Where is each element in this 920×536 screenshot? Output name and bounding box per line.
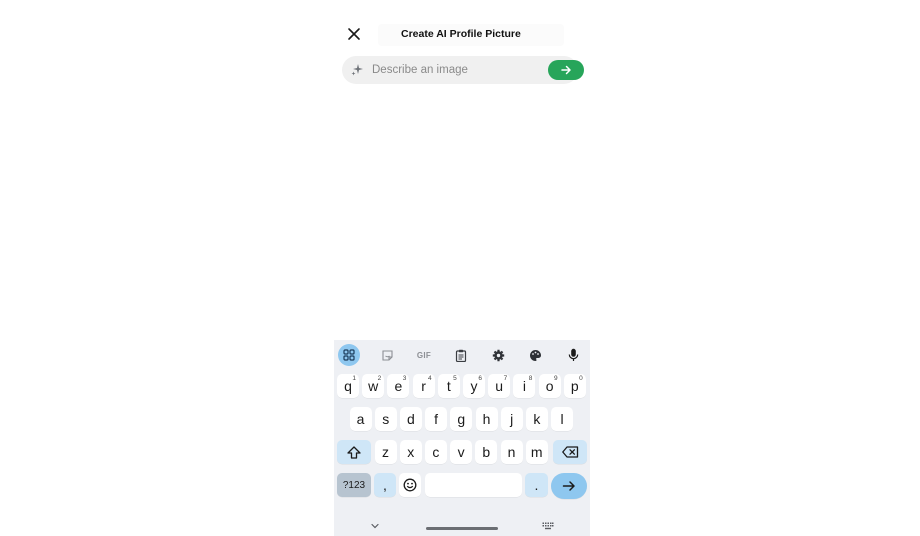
comma-key[interactable]: , [374,473,396,497]
letter-key-label: s [382,411,390,427]
letter-key-label: n [507,444,516,460]
period-key[interactable]: . [525,473,548,497]
letter-key[interactable]: z [374,440,397,464]
letter-key[interactable]: g [450,407,473,431]
enter-key[interactable] [551,473,587,499]
letter-key[interactable]: e3 [387,374,410,398]
home-handle[interactable] [426,527,498,530]
letter-key-label: o [545,378,554,394]
letter-key[interactable]: t5 [437,374,460,398]
letter-key[interactable]: n [500,440,523,464]
page-title: Create AI Profile Picture [401,28,521,40]
letter-key[interactable]: q1 [337,374,359,398]
letter-key[interactable]: d [399,407,422,431]
palette-icon[interactable] [524,345,546,365]
arrow-right-icon [561,65,571,75]
prompt-input[interactable] [372,62,532,78]
number-hint: 2 [377,375,382,382]
letter-key-label: i [522,378,526,394]
letter-key[interactable]: y6 [463,374,485,398]
letter-key-label: p [570,378,579,394]
letter-key[interactable]: m [525,440,548,464]
keyboard: GIF ?123 , . q 1 w 2 e 3 r 4 t 5 y 6 u 7… [334,340,590,536]
letter-key-label: h [482,411,491,427]
letter-key-label: z [382,444,389,460]
backspace-key[interactable] [553,440,587,464]
prompt-bar [342,56,584,84]
symbols-key[interactable]: ?123 [337,473,371,497]
shift-key[interactable] [337,440,371,464]
number-hint: 8 [528,375,533,382]
close-icon[interactable] [346,26,362,42]
number-hint: 3 [402,375,407,382]
microphone-icon[interactable] [562,345,584,365]
emoji-key[interactable] [399,473,421,497]
letter-key[interactable]: k [525,407,548,431]
letter-key[interactable]: u7 [488,374,511,398]
letter-key-label: y [470,378,478,394]
chevron-down-icon[interactable] [370,517,380,535]
sticker-icon[interactable] [376,345,398,365]
letter-key[interactable]: c [424,440,447,464]
space-key[interactable] [425,473,522,497]
send-button[interactable] [548,60,584,80]
settings-gear-icon[interactable] [487,345,509,365]
keyboard-switch-icon[interactable] [542,517,554,535]
sparkle-icon [350,63,364,77]
letter-key[interactable]: o9 [538,374,561,398]
letter-key[interactable]: i8 [513,374,536,398]
letter-key-label: q [344,378,352,394]
letter-key-label: r [421,378,426,394]
symbols-key-label: ?123 [342,479,366,491]
gif-label: GIF [416,350,432,360]
backspace-icon [561,446,578,458]
letter-key[interactable]: x [399,440,422,464]
number-hint: 0 [579,375,583,382]
letter-key-label: f [434,411,439,427]
letter-key[interactable]: b [475,440,498,464]
number-hint: 7 [503,375,508,382]
shift-icon [347,445,361,459]
letter-key[interactable]: j [500,407,523,431]
clipboard-icon[interactable] [450,345,472,365]
letter-key[interactable]: p0 [563,374,586,398]
letter-key-label: m [530,444,543,460]
letter-key-label: d [406,411,415,427]
letter-key-label: v [457,444,465,460]
letter-key-label: a [356,411,365,427]
keyboard-toolbar: GIF [334,343,590,367]
letter-key-label: u [495,378,504,394]
letter-key-label: b [482,444,491,460]
letter-key[interactable]: r4 [412,374,435,398]
apps-grid-icon[interactable] [338,344,360,366]
letter-key-label: l [560,411,564,427]
letter-key-label: c [432,444,440,460]
letter-key[interactable]: v [450,440,473,464]
letter-key[interactable]: s [374,407,397,431]
letter-key-label: g [457,411,466,427]
letter-key[interactable]: a [349,407,372,431]
letter-key-label: j [510,411,514,427]
letter-key[interactable]: h [475,407,498,431]
number-hint: 5 [453,375,457,382]
period-key-label: . [534,477,539,493]
arrow-right-icon [562,481,575,491]
letter-key-label: k [533,411,541,427]
gif-button[interactable]: GIF [413,345,435,365]
letter-key-label: t [446,378,451,394]
letter-key-label: x [407,444,415,460]
phone-screen: Create AI Profile Picture GIF [334,0,590,536]
header: Create AI Profile Picture [334,18,590,52]
comma-key-label: , [383,477,387,493]
emoji-icon [403,478,417,492]
letter-key[interactable]: f [425,407,448,431]
system-nav-bar [334,512,590,536]
letter-key[interactable]: l [551,407,574,431]
number-hint: 6 [478,375,482,382]
number-hint: 4 [427,375,432,382]
letter-key-label: e [394,378,403,394]
number-hint: 1 [352,375,356,382]
number-hint: 9 [553,375,558,382]
letter-key[interactable]: w2 [362,374,385,398]
